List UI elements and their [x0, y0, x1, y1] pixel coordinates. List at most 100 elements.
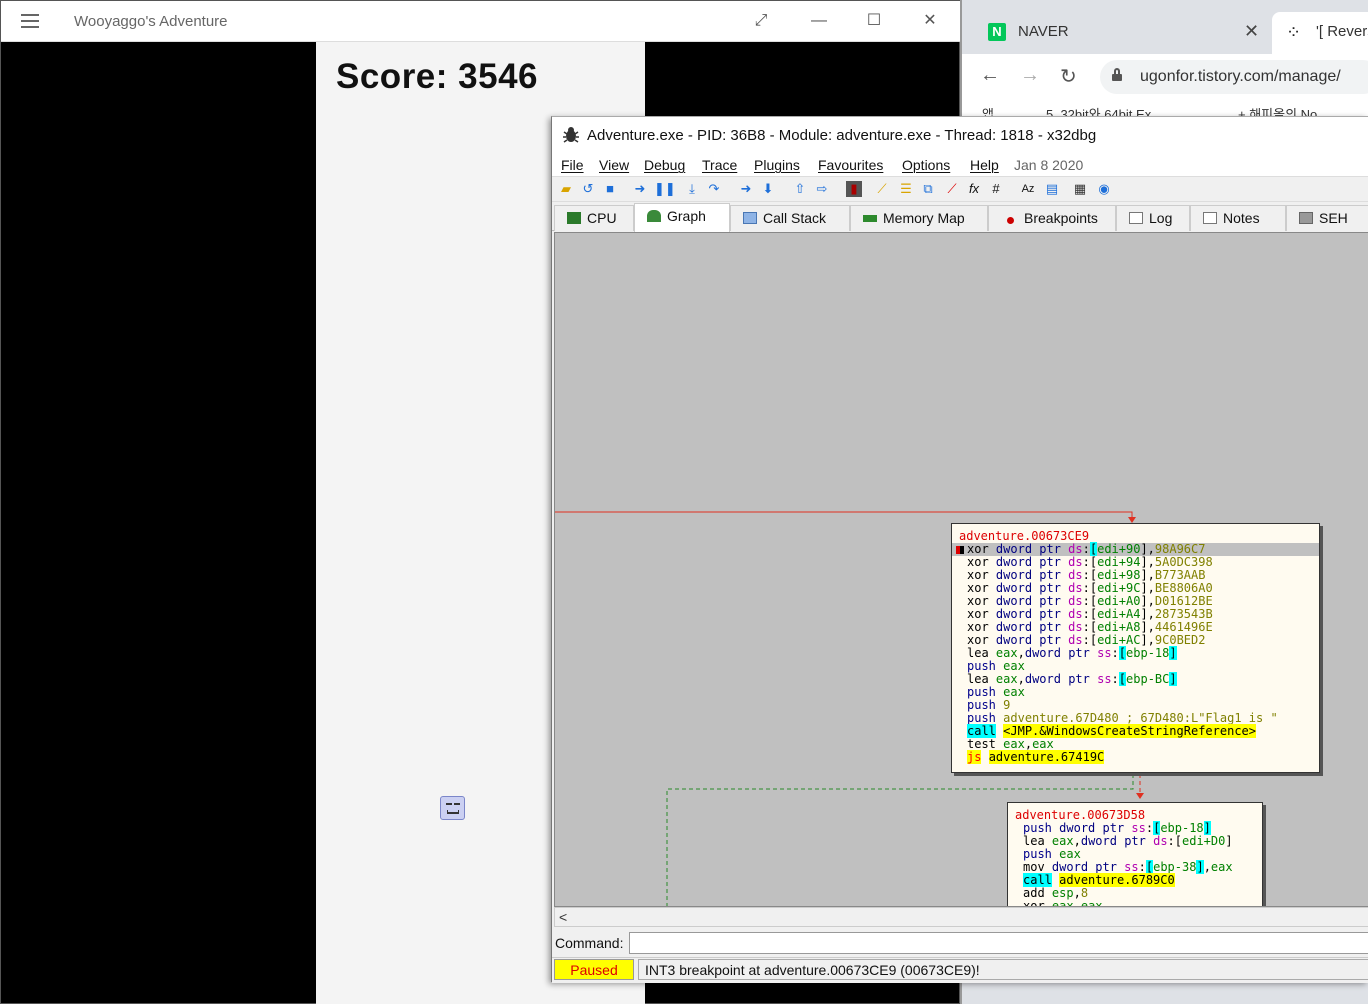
- instruction-line[interactable]: xor eax,eax: [1008, 900, 1262, 907]
- back-icon[interactable]: ←: [980, 64, 1000, 87]
- run-to-user-code-icon[interactable]: ⇨: [814, 181, 830, 197]
- functions-icon[interactable]: fx: [966, 181, 982, 197]
- step-over-icon[interactable]: ↷: [706, 181, 722, 197]
- operand: eax: [1059, 847, 1081, 861]
- operand: :: [1145, 821, 1154, 835]
- open-icon[interactable]: ▰: [558, 181, 574, 197]
- operand: adventure.6789C0: [1059, 873, 1175, 887]
- operand: ,: [1073, 899, 1081, 907]
- operand: ,: [1017, 646, 1025, 660]
- horizontal-scrollbar[interactable]: <: [554, 907, 1368, 927]
- tab-close-icon[interactable]: ✕: [1244, 21, 1259, 42]
- globe-icon[interactable]: ◉: [1096, 181, 1112, 197]
- minimize-icon[interactable]: —: [806, 9, 832, 33]
- operand: adventure.67D480 ; 67D480:L"Flag1 is ": [1003, 711, 1278, 725]
- calculator-icon[interactable]: ▦: [1072, 181, 1088, 197]
- address-bar[interactable]: ugonfor.tistory.com/manage/: [1100, 60, 1368, 94]
- bookmarks-icon[interactable]: ⟋: [944, 181, 960, 197]
- menu-file[interactable]: File: [561, 157, 584, 173]
- memory-icon: [863, 215, 877, 222]
- mnemonic: xor: [967, 620, 989, 634]
- tab-label: Notes: [1223, 210, 1260, 226]
- operand: 9C0BED2: [1154, 633, 1206, 647]
- maximize-icon[interactable]: ☐: [861, 9, 887, 33]
- strings-icon[interactable]: Aᴢ: [1020, 181, 1036, 197]
- operand: ds: [1068, 594, 1083, 608]
- bug-icon: [563, 127, 579, 143]
- forward-icon[interactable]: →: [1020, 64, 1040, 87]
- build-date: Jan 8 2020: [1014, 157, 1084, 173]
- tab-label: Graph: [667, 208, 706, 224]
- patch-icon[interactable]: ⟋: [874, 181, 890, 197]
- execute-till-return-icon[interactable]: ⇧: [792, 181, 808, 197]
- tab-seh[interactable]: SEH: [1286, 205, 1368, 231]
- reload-icon[interactable]: ↻: [1060, 64, 1077, 89]
- labels-icon[interactable]: ⧉: [920, 181, 936, 197]
- code-block[interactable]: adventure.00673D58 push dword ptr ss:[eb…: [1007, 802, 1263, 907]
- operand: ds: [1068, 555, 1083, 569]
- operand: eax: [1003, 685, 1025, 699]
- operand: ]: [1169, 672, 1177, 686]
- scroll-left-icon[interactable]: <: [559, 909, 567, 925]
- run-icon[interactable]: ➜: [632, 181, 648, 197]
- menu-debug[interactable]: Debug: [644, 157, 685, 173]
- operand: eax: [1080, 899, 1103, 907]
- tab-notes[interactable]: Notes: [1190, 205, 1286, 231]
- tab-graph[interactable]: Graph: [634, 203, 730, 232]
- comments-icon[interactable]: ☰: [898, 181, 914, 197]
- mnemonic: xor: [967, 542, 989, 556]
- menu-view[interactable]: View: [599, 157, 629, 173]
- tab-breakpoints[interactable]: Breakpoints: [988, 205, 1116, 231]
- graph-view[interactable]: adventure.00673CE9 xor dword ptr ds:[edi…: [554, 232, 1368, 907]
- command-label: Command:: [555, 935, 624, 951]
- mnemonic: call: [1023, 873, 1052, 887]
- status-bar: Paused INT3 breakpoint at adventure.0067…: [552, 957, 1368, 983]
- scylla-icon[interactable]: ▮: [846, 181, 862, 197]
- expand-icon[interactable]: ⤢: [748, 9, 774, 33]
- dbg-window-title: Adventure.exe - PID: 36B8 - Module: adve…: [587, 127, 1097, 144]
- operand: eax: [1210, 860, 1233, 874]
- tab-cpu[interactable]: CPU: [554, 205, 634, 231]
- restart-icon[interactable]: ↺: [580, 181, 596, 197]
- tab-memory-map[interactable]: Memory Map: [850, 205, 988, 231]
- instruction-line[interactable]: js adventure.67419C: [952, 750, 1319, 764]
- log-icon: [1129, 212, 1143, 224]
- hamburger-menu-icon[interactable]: [21, 14, 39, 28]
- url-text: ugonfor.tistory.com/manage/: [1140, 68, 1341, 85]
- menu-options[interactable]: Options: [902, 157, 950, 173]
- menu-favourites[interactable]: Favourites: [818, 157, 883, 173]
- tab-call-stack[interactable]: Call Stack: [730, 205, 850, 231]
- cpu-icon: [567, 212, 581, 224]
- operand: 9: [1003, 698, 1011, 712]
- hash-icon[interactable]: #: [988, 181, 1004, 197]
- operand: ss: [1131, 821, 1146, 835]
- operand: ebp-BC: [1126, 672, 1170, 686]
- trace-over-icon[interactable]: ⬇: [760, 181, 776, 197]
- operand: [: [1118, 646, 1127, 660]
- command-input[interactable]: [629, 932, 1368, 954]
- menu-plugins[interactable]: Plugins: [754, 157, 800, 173]
- operand: :: [1111, 646, 1119, 660]
- browser-tab-tistory[interactable]: ⁘ '[ Revers: [1272, 12, 1368, 54]
- operand: ebp-18: [1160, 821, 1204, 835]
- calls-icon[interactable]: ▤: [1044, 181, 1060, 197]
- tab-label: Breakpoints: [1024, 210, 1098, 226]
- step-into-icon[interactable]: ⤓: [684, 181, 700, 197]
- operand: ebp-38: [1153, 860, 1197, 874]
- operand: dword ptr: [1051, 860, 1125, 874]
- operand: ds: [1068, 633, 1083, 647]
- operand: eax: [1003, 659, 1025, 673]
- menu-help[interactable]: Help: [970, 157, 999, 173]
- operand: ds: [1068, 607, 1083, 621]
- mnemonic: push: [967, 711, 996, 725]
- browser-tab-naver[interactable]: N NAVER ✕: [962, 12, 1272, 52]
- pause-icon[interactable]: ❚❚: [654, 181, 676, 197]
- mnemonic: add: [1023, 886, 1045, 900]
- menu-trace[interactable]: Trace: [702, 157, 737, 173]
- code-block[interactable]: adventure.00673CE9 xor dword ptr ds:[edi…: [951, 523, 1320, 773]
- trace-into-icon[interactable]: ➜: [738, 181, 754, 197]
- stop-icon[interactable]: ■: [602, 181, 618, 197]
- tab-log[interactable]: Log: [1116, 205, 1190, 231]
- close-icon[interactable]: ✕: [917, 9, 943, 33]
- mnemonic: push: [967, 698, 996, 712]
